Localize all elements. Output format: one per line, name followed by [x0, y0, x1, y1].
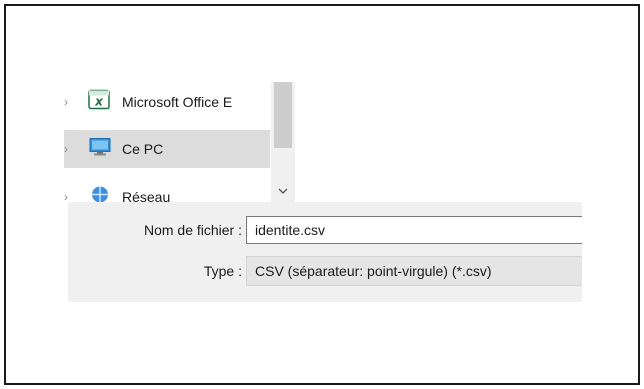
nav-item-label: Microsoft Office E — [122, 94, 233, 110]
screenshot-frame: › x Microsoft Office E › Ce PC › Réseau … — [4, 4, 640, 385]
expand-chevron-icon[interactable]: › — [64, 83, 68, 121]
nav-item-label: Réseau — [122, 189, 171, 202]
nav-item-microsoft-office[interactable]: › x Microsoft Office E — [64, 83, 270, 121]
filename-label: Nom de fichier : — [143, 222, 242, 238]
svg-text:x: x — [94, 95, 104, 109]
network-icon — [88, 185, 112, 202]
filename-input[interactable] — [246, 216, 582, 244]
expand-chevron-icon[interactable]: › — [64, 178, 68, 202]
file-type-select[interactable]: CSV (séparateur: point-virgule) (*.csv) — [246, 256, 582, 286]
excel-icon: x — [88, 89, 110, 115]
save-options-panel: Nom de fichier : Type : CSV (séparateur:… — [68, 202, 582, 302]
scroll-down-arrow-icon[interactable] — [271, 180, 295, 202]
type-label: Type : — [203, 263, 242, 279]
computer-icon — [88, 137, 112, 162]
nav-item-reseau[interactable]: › Réseau — [64, 178, 270, 202]
nav-item-label: Ce PC — [122, 141, 164, 157]
file-type-value: CSV (séparateur: point-virgule) (*.csv) — [255, 263, 492, 279]
expand-chevron-icon[interactable]: › — [64, 130, 68, 168]
scrollbar-thumb[interactable] — [274, 82, 292, 148]
nav-scrollbar[interactable] — [271, 82, 295, 202]
nav-item-ce-pc[interactable]: › Ce PC — [64, 130, 270, 168]
